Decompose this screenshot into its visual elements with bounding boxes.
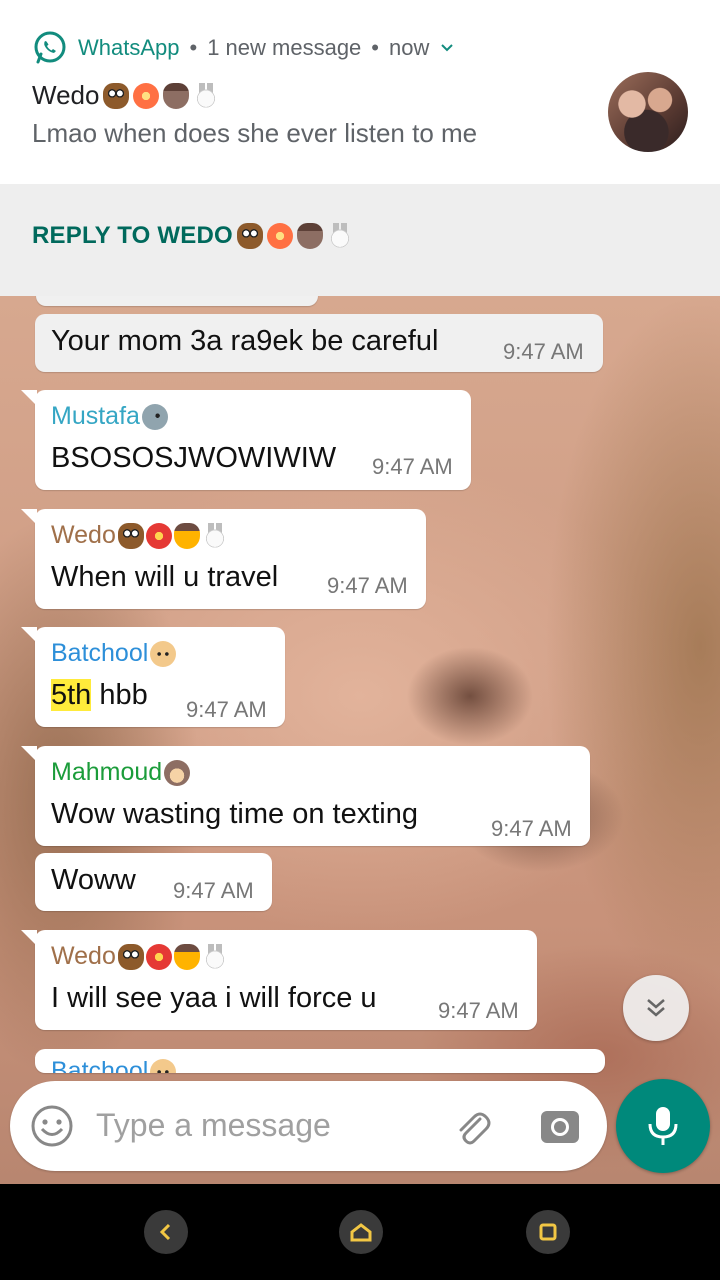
navigation-bar (0, 1184, 720, 1280)
chevron-down-icon[interactable] (439, 40, 455, 56)
owl-emoji-icon (236, 223, 263, 249)
message-sender: Wedo (51, 942, 228, 971)
honey-pot-emoji-icon (173, 943, 200, 970)
hibiscus-emoji-icon (145, 522, 172, 549)
message-time: 9:47 AM (438, 998, 519, 1023)
message-text: 5th hbb (51, 679, 148, 711)
hibiscus-emoji-icon (145, 943, 172, 970)
message-sender: Batchool (51, 639, 177, 668)
message-bubble-partial[interactable]: Batchool (35, 1049, 605, 1073)
notification-card[interactable]: WhatsApp • 1 new message • now Wedo Lmao… (0, 0, 720, 184)
message-text: Woww (51, 864, 136, 896)
notification-summary: 1 new message (207, 35, 362, 60)
owl-emoji-icon (117, 522, 144, 549)
message-time: 9:47 AM (491, 816, 572, 841)
message-bubble[interactable]: Your mom 3a ra9ek be careful 9:47 AM (35, 314, 603, 372)
honey-pot-emoji-icon (163, 82, 190, 109)
notification-header: WhatsApp • 1 new message • now (32, 30, 455, 66)
message-input[interactable]: Type a message (96, 1107, 331, 1144)
back-icon (159, 1223, 171, 1241)
message-sender: Wedo (51, 521, 228, 550)
message-time: 9:47 AM (186, 697, 267, 722)
notification-title: Wedo (32, 80, 220, 111)
whatsapp-icon (34, 31, 66, 64)
mic-button[interactable] (616, 1079, 710, 1173)
home-button[interactable] (339, 1210, 383, 1254)
message-bubble[interactable]: Wedo I will see yaa i will force u 9:47 … (21, 930, 537, 1030)
message-time: 9:47 AM (327, 573, 408, 598)
mic-icon (648, 1107, 678, 1145)
rabbit-emoji-icon (201, 522, 228, 549)
message-bubble-partial (36, 296, 318, 306)
notification-app-name: WhatsApp (78, 35, 180, 60)
highlighted-text: 5th (51, 679, 92, 711)
attach-icon[interactable] (450, 1105, 494, 1149)
message-bubble[interactable]: Batchool 5th hbb 9:47 AM (21, 627, 285, 727)
message-time: 9:47 AM (503, 339, 584, 364)
message-text: BSOSOSJWOWIWIW (51, 442, 337, 474)
message-text: Your mom 3a ra9ek be careful (51, 325, 439, 357)
message-text: When will u travel (51, 561, 279, 593)
scroll-to-bottom-button[interactable] (623, 975, 689, 1041)
message-input-bar[interactable]: Type a message (10, 1081, 607, 1171)
home-icon (350, 1223, 372, 1242)
hamster-emoji-icon (150, 640, 177, 667)
rabbit-emoji-icon (326, 223, 353, 249)
hamster-emoji-icon (150, 1058, 177, 1073)
bird-emoji-icon (141, 403, 168, 430)
recents-icon (539, 1223, 557, 1241)
message-sender: Mustafa (51, 402, 168, 431)
recents-button[interactable] (526, 1210, 570, 1254)
chat-area[interactable]: Your mom 3a ra9ek be careful 9:47 AM Mus… (0, 296, 720, 1184)
reply-button[interactable]: REPLY TO WEDO (32, 222, 353, 250)
message-bubble[interactable]: Mahmoud Wow wasting time on texting 9:47… (21, 746, 590, 846)
hibiscus-emoji-icon (266, 223, 293, 249)
message-sender: Batchool (51, 1057, 177, 1073)
message-bubble[interactable]: Mustafa BSOSOSJWOWIWIW 9:47 AM (21, 390, 471, 490)
back-button[interactable] (144, 1210, 188, 1254)
message-text: I will see yaa i will force u (51, 982, 377, 1014)
message-text: Wow wasting time on texting (51, 798, 418, 830)
owl-emoji-icon (103, 82, 130, 109)
message-time: 9:47 AM (372, 454, 453, 479)
emoji-icon[interactable] (30, 1104, 74, 1148)
double-chevron-down-icon (647, 999, 665, 1017)
hibiscus-emoji-icon (133, 82, 160, 109)
message-time: 9:47 AM (173, 878, 254, 903)
message-bubble[interactable]: Wedo When will u travel 9:47 AM (21, 509, 426, 609)
honey-pot-emoji-icon (173, 522, 200, 549)
separator-dot: • (189, 35, 198, 60)
monkey-emoji-icon (164, 759, 191, 786)
rabbit-emoji-icon (201, 943, 228, 970)
honey-pot-emoji-icon (296, 223, 323, 249)
avatar (608, 72, 688, 152)
separator-dot: • (371, 35, 379, 60)
owl-emoji-icon (117, 943, 144, 970)
notification-time: now (389, 35, 430, 60)
rabbit-emoji-icon (193, 82, 220, 109)
camera-icon[interactable] (538, 1105, 582, 1149)
message-bubble[interactable]: Woww 9:47 AM (35, 853, 272, 911)
message-sender: Mahmoud (51, 758, 191, 787)
notification-text: Lmao when does she ever listen to me (32, 118, 478, 148)
